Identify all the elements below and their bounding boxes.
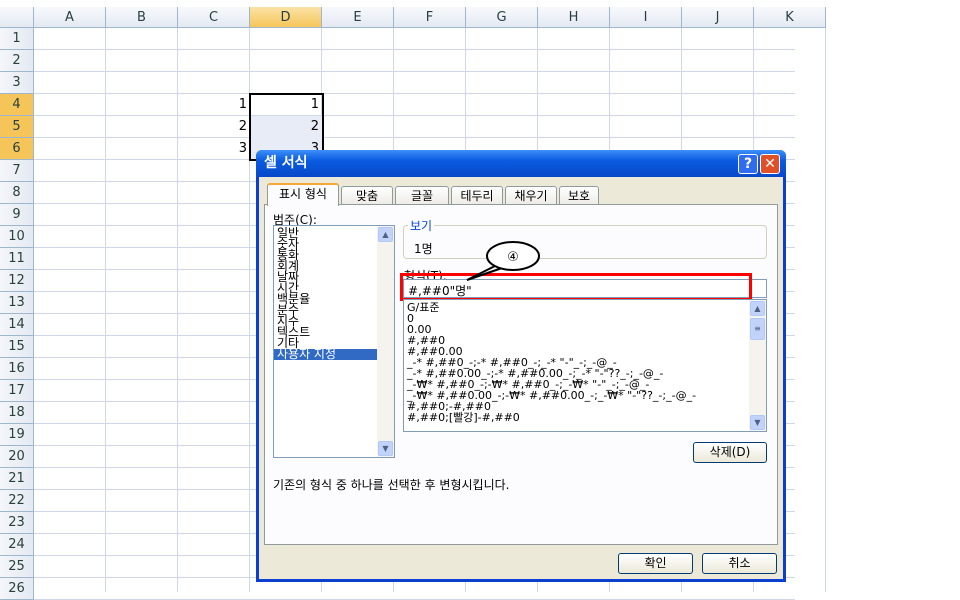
format-scrollbar[interactable]: ▲ ≡ ▼ xyxy=(749,300,766,431)
row-header-21[interactable]: 21 xyxy=(0,468,34,490)
delete-button[interactable]: 삭제(D) xyxy=(693,442,767,463)
row-header-9[interactable]: 9 xyxy=(0,204,34,226)
column-header-J[interactable]: J xyxy=(682,7,754,28)
preview-label: 보기 xyxy=(408,217,435,234)
format-list[interactable]: G/표준 0 0.00 #,##0 #,##0.00 _-* #,##0_-;-* #,#… xyxy=(403,299,767,432)
gridline xyxy=(34,71,795,72)
tab-1[interactable]: 맞춤 xyxy=(341,186,393,205)
row-header-11[interactable]: 11 xyxy=(0,248,34,270)
scroll-down-icon[interactable]: ▼ xyxy=(750,415,765,430)
column-header-B[interactable]: B xyxy=(106,7,178,28)
tab-3[interactable]: 테두리 xyxy=(451,186,503,205)
row-header-6[interactable]: 6 xyxy=(0,138,34,160)
tab-2[interactable]: 글꼴 xyxy=(395,186,449,205)
highlight-box xyxy=(400,273,752,301)
row-header-15[interactable]: 15 xyxy=(0,336,34,358)
gridline xyxy=(34,93,795,94)
row-header-17[interactable]: 17 xyxy=(0,380,34,402)
category-list[interactable]: 일반 숫자 통화 회계 날짜 시간 백분율 분수 지수 텍스트 기타 사용자 지정 ▲ ▼ xyxy=(273,225,395,458)
row-header-20[interactable]: 20 xyxy=(0,446,34,468)
scroll-up-icon[interactable]: ▲ xyxy=(750,301,765,316)
description-text: 기존의 형식 중 하나를 선택한 후 변형시킵니다. xyxy=(273,478,510,492)
column-header-K[interactable]: K xyxy=(754,7,826,28)
cell-C4[interactable]: 1 xyxy=(178,94,250,115)
preview-value: 1명 xyxy=(414,242,433,256)
row-header-2[interactable]: 2 xyxy=(0,50,34,72)
cell-C6[interactable]: 3 xyxy=(178,138,250,159)
tab-5[interactable]: 보호 xyxy=(559,186,599,205)
close-button[interactable]: ✕ xyxy=(760,154,780,174)
row-header-12[interactable]: 12 xyxy=(0,270,34,292)
help-button[interactable]: ? xyxy=(738,154,758,174)
row-header-16[interactable]: 16 xyxy=(0,358,34,380)
row-header-22[interactable]: 22 xyxy=(0,490,34,512)
row-header-24[interactable]: 24 xyxy=(0,534,34,556)
row-header-19[interactable]: 19 xyxy=(0,424,34,446)
dialog-title-bar[interactable]: 셀 서식 ? ✕ xyxy=(256,150,786,177)
row-header-14[interactable]: 14 xyxy=(0,314,34,336)
gridline xyxy=(34,115,795,116)
format-item[interactable]: 0.00 xyxy=(404,324,766,335)
row-header-8[interactable]: 8 xyxy=(0,182,34,204)
tab-panel: 범주(C): 일반 숫자 통화 회계 날짜 시간 백분율 분수 지수 텍스트 기타 사용자 지정 ▲ ▼… xyxy=(264,204,778,545)
select-all-corner[interactable] xyxy=(0,7,34,28)
row-header-26[interactable]: 26 xyxy=(0,578,34,600)
gridline xyxy=(34,137,795,138)
column-header-D[interactable]: D xyxy=(250,7,322,28)
row-header-4[interactable]: 4 xyxy=(0,94,34,116)
row-header-23[interactable]: 23 xyxy=(0,512,34,534)
cell-C5[interactable]: 2 xyxy=(178,116,250,137)
format-item[interactable]: 0 xyxy=(404,313,766,324)
row-header-25[interactable]: 25 xyxy=(0,556,34,578)
ok-button[interactable]: 확인 xyxy=(618,553,693,574)
dialog-title: 셀 서식 xyxy=(264,155,308,171)
format-item[interactable]: #,##0;[빨강]-#,##0 xyxy=(404,412,766,423)
column-header-F[interactable]: F xyxy=(394,7,466,28)
tab-0[interactable]: 표시 형식 xyxy=(267,183,339,206)
scroll-up-icon[interactable]: ▲ xyxy=(378,227,393,242)
row-header-7[interactable]: 7 xyxy=(0,160,34,182)
column-header-A[interactable]: A xyxy=(34,7,106,28)
row-header-1[interactable]: 1 xyxy=(0,28,34,50)
row-header-3[interactable]: 3 xyxy=(0,72,34,94)
scroll-down-icon[interactable]: ▼ xyxy=(378,441,393,456)
format-item[interactable]: G/표준 xyxy=(404,302,766,313)
column-header-I[interactable]: I xyxy=(610,7,682,28)
row-header-10[interactable]: 10 xyxy=(0,226,34,248)
row-header-5[interactable]: 5 xyxy=(0,116,34,138)
column-header-H[interactable]: H xyxy=(538,7,610,28)
callout-number: ④ xyxy=(507,250,519,265)
column-header-C[interactable]: C xyxy=(178,7,250,28)
row-header-13[interactable]: 13 xyxy=(0,292,34,314)
category-item[interactable]: 사용자 지정 xyxy=(274,348,394,360)
scroll-thumb[interactable]: ≡ xyxy=(750,318,765,340)
column-header-G[interactable]: G xyxy=(466,7,538,28)
row-header-18[interactable]: 18 xyxy=(0,402,34,424)
category-scrollbar[interactable]: ▲ ▼ xyxy=(377,226,394,457)
gridline xyxy=(825,28,826,592)
cancel-button[interactable]: 취소 xyxy=(702,553,777,574)
format-cells-dialog: 셀 서식 ? ✕ 표시 형식 맞춤 글꼴 테두리 채우기 보호 범주(C): 일반 숫자 통화… xyxy=(256,150,786,582)
gridline xyxy=(105,28,106,592)
column-header-E[interactable]: E xyxy=(322,7,394,28)
tab-4[interactable]: 채우기 xyxy=(505,186,557,205)
gridline xyxy=(34,49,795,50)
callout-bubble: ④ xyxy=(466,241,540,281)
